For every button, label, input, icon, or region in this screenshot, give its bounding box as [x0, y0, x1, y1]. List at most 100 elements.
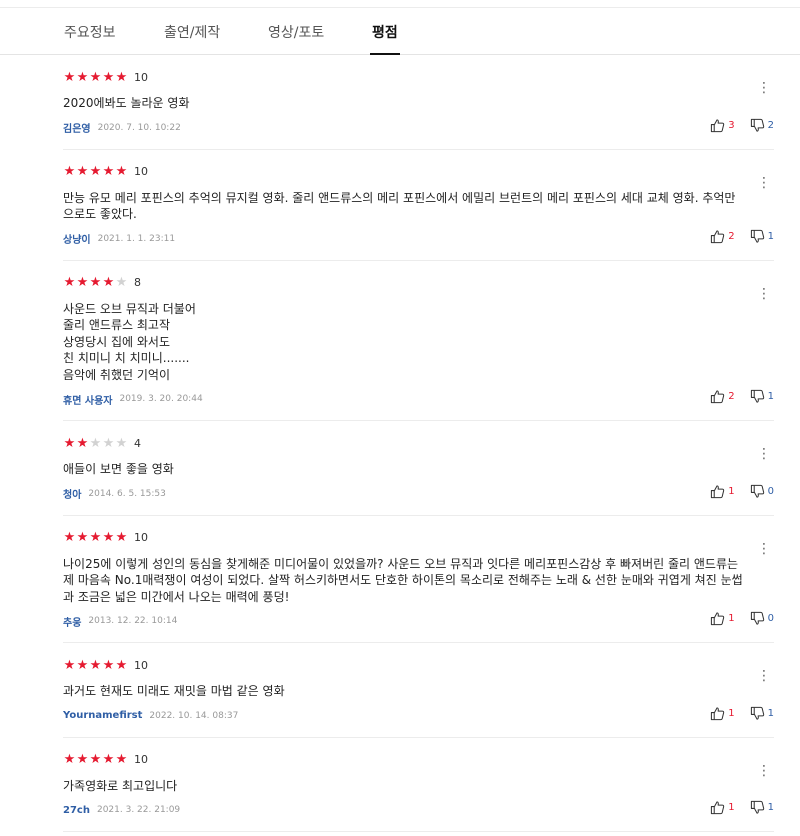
- like-count: 1: [728, 802, 735, 813]
- review-meta: Yournamefirst 2022. 10. 14. 08:37 1 1: [63, 706, 774, 726]
- review-text: 만능 유모 메리 포핀스의 추억의 뮤지컬 영화. 줄리 앤드류스의 메리 포핀…: [63, 190, 736, 222]
- review-meta: 휴면 사용자 2019. 3. 20. 20:44 2 1: [63, 389, 774, 409]
- like-button[interactable]: 1: [710, 706, 735, 721]
- star-filled-icon: ★: [89, 530, 102, 545]
- dislike-button[interactable]: 1: [750, 229, 774, 244]
- dislike-count: 1: [767, 391, 774, 402]
- more-options-icon[interactable]: ⋮: [757, 81, 771, 95]
- dislike-count: 1: [767, 230, 774, 242]
- review-date: 2019. 3. 20. 20:44: [119, 394, 203, 404]
- thumbs-down-icon: [750, 484, 764, 498]
- review-text: 과거도 현재도 미래도 재밋을 마법 같은 영화: [63, 684, 285, 698]
- more-options-icon[interactable]: ⋮: [757, 447, 771, 461]
- thumbs-down-icon: [750, 118, 764, 132]
- star-rating: ★ ★ ★ ★ ★: [63, 165, 128, 178]
- rating-score: 10: [134, 753, 148, 766]
- like-count: 2: [728, 391, 735, 402]
- star-filled-icon: ★: [76, 657, 89, 673]
- review-author[interactable]: Yournamefirst: [63, 710, 142, 721]
- tab-main-info[interactable]: 주요정보: [64, 22, 116, 42]
- dislike-button[interactable]: 1: [750, 706, 774, 721]
- rating-row: ★ ★ ★ ★ ★ 10: [63, 750, 774, 770]
- review-item: ★ ★ ★ ★ ★ 10 ⋮ 만능 유모 메리 포핀스의 추억의 뮤지컬 영화. 줄리 …: [63, 162, 774, 261]
- rating-score: 10: [134, 658, 148, 672]
- rating-score: 10: [134, 165, 148, 178]
- star-empty-icon: ★: [102, 435, 115, 451]
- star-filled-icon: ★: [63, 435, 76, 451]
- review-item: ★ ★ ★ ★ ★ 8 ⋮ 사운드 오브 뮤직과 더불어 줄리 앤드류스 최고작 상영당…: [63, 273, 774, 421]
- review-date: 2020. 7. 10. 10:22: [97, 122, 181, 133]
- review-author[interactable]: 27ch: [63, 805, 90, 816]
- review-item: ★ ★ ★ ★ ★ 10 ⋮ 과거도 현재도 미래도 재밋을 마법 같은 영화 Your…: [63, 655, 774, 738]
- review-author[interactable]: 청아: [63, 486, 81, 501]
- star-rating: ★ ★ ★ ★ ★: [63, 437, 128, 450]
- star-filled-icon: ★: [63, 752, 76, 767]
- like-button[interactable]: 1: [710, 611, 735, 626]
- like-button[interactable]: 2: [710, 229, 735, 244]
- review-date: 2022. 10. 14. 08:37: [149, 710, 239, 721]
- vote-group: 1 0: [710, 484, 774, 499]
- rating-row: ★ ★ ★ ★ ★ 10: [63, 162, 774, 182]
- review-author[interactable]: 추웅: [63, 614, 81, 629]
- review-meta: 청아 2014. 6. 5. 15:53 1 0: [63, 484, 774, 504]
- dislike-count: 0: [767, 485, 774, 497]
- rating-row: ★ ★ ★ ★ ★ 8: [63, 273, 774, 293]
- rating-score: 8: [134, 276, 141, 289]
- like-count: 2: [728, 230, 735, 242]
- star-filled-icon: ★: [115, 69, 128, 85]
- star-rating: ★ ★ ★ ★ ★: [63, 71, 128, 84]
- review-author[interactable]: 휴면 사용자: [63, 392, 112, 407]
- like-count: 3: [728, 119, 735, 131]
- more-options-icon[interactable]: ⋮: [757, 764, 771, 778]
- star-filled-icon: ★: [76, 69, 89, 85]
- dislike-button[interactable]: 0: [750, 484, 774, 499]
- thumbs-up-icon: [711, 390, 725, 404]
- vote-group: 1 0: [710, 611, 774, 626]
- review-meta: 27ch 2021. 3. 22. 21:09 1 1: [63, 800, 774, 820]
- tab-cast-crew[interactable]: 출연/제작: [164, 22, 220, 42]
- star-filled-icon: ★: [115, 530, 128, 545]
- tab-ratings[interactable]: 평점: [370, 22, 400, 55]
- like-count: 1: [728, 485, 735, 497]
- review-date: 2021. 1. 1. 23:11: [97, 233, 176, 244]
- dislike-button[interactable]: 2: [750, 118, 774, 133]
- more-options-icon[interactable]: ⋮: [757, 287, 771, 301]
- like-button[interactable]: 1: [710, 800, 735, 815]
- like-button[interactable]: 2: [710, 389, 735, 404]
- dislike-button[interactable]: 1: [750, 389, 774, 404]
- more-options-icon[interactable]: ⋮: [757, 176, 771, 190]
- review-author[interactable]: 김은영: [63, 120, 91, 135]
- review-item: ★ ★ ★ ★ ★ 4 ⋮ 애들이 보면 좋을 영화 청아 2014. 6. 5. 15…: [63, 433, 774, 516]
- review-list: ★ ★ ★ ★ ★ 10 ⋮ 2020에봐도 놀라운 영화 김은영 2020. 7. 1…: [0, 55, 800, 832]
- dislike-button[interactable]: 1: [750, 800, 774, 815]
- star-filled-icon: ★: [102, 164, 115, 179]
- star-filled-icon: ★: [89, 275, 102, 290]
- more-options-icon[interactable]: ⋮: [757, 669, 771, 683]
- thumbs-up-icon: [711, 229, 725, 243]
- review-item: ★ ★ ★ ★ ★ 10 ⋮ 2020에봐도 놀라운 영화 김은영 2020. 7. 1…: [63, 67, 774, 150]
- review-author[interactable]: 상냥이: [63, 231, 91, 246]
- review-date: 2013. 12. 22. 10:14: [88, 616, 178, 626]
- more-options-icon[interactable]: ⋮: [757, 542, 771, 556]
- vote-group: 1 1: [710, 706, 774, 721]
- thumbs-down-icon: [750, 611, 764, 625]
- rating-row: ★ ★ ★ ★ ★ 10: [63, 655, 774, 675]
- like-button[interactable]: 1: [710, 484, 735, 499]
- thumbs-up-icon: [711, 118, 725, 132]
- dislike-button[interactable]: 0: [750, 611, 774, 626]
- like-button[interactable]: 3: [710, 118, 735, 133]
- rating-row: ★ ★ ★ ★ ★ 10: [63, 528, 774, 548]
- star-filled-icon: ★: [102, 752, 115, 767]
- star-filled-icon: ★: [63, 530, 76, 545]
- review-item: ★ ★ ★ ★ ★ 10 ⋮ 가족영화로 최고입니다 27ch 2021. 3. 22.…: [63, 750, 774, 832]
- dislike-count: 2: [767, 119, 774, 131]
- star-filled-icon: ★: [63, 275, 76, 290]
- tab-video-photo[interactable]: 영상/포토: [268, 22, 324, 42]
- review-meta: 상냥이 2021. 1. 1. 23:11 2 1: [63, 229, 774, 249]
- star-filled-icon: ★: [76, 164, 89, 179]
- dislike-count: 1: [767, 802, 774, 813]
- star-filled-icon: ★: [115, 657, 128, 673]
- review-text: 2020에봐도 놀라운 영화: [63, 96, 190, 110]
- tab-bar: 주요정보 출연/제작 영상/포토 평점: [0, 8, 800, 55]
- vote-group: 2 1: [710, 389, 774, 404]
